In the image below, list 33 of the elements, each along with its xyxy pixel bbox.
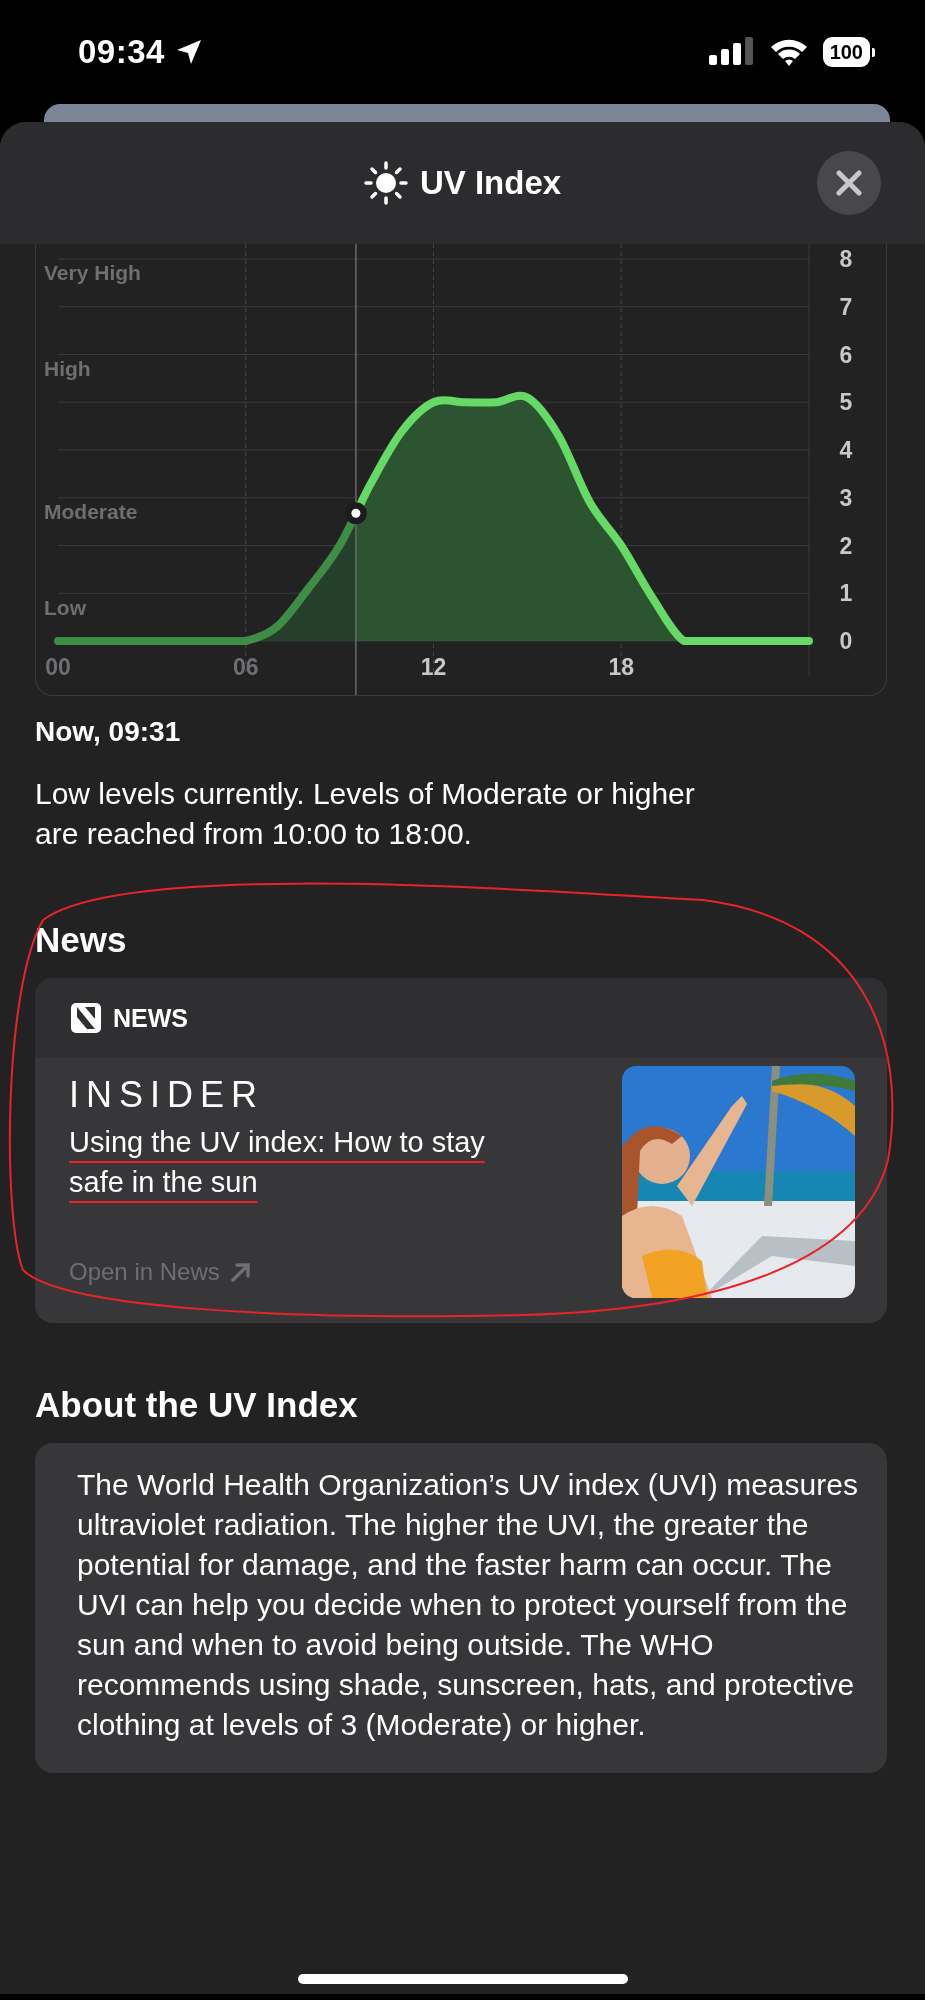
x-axis-label: 06 (232, 654, 259, 680)
sun-icon (363, 161, 408, 205)
y-axis-label: 0 (839, 628, 853, 654)
x-axis-label: 00 (45, 654, 71, 680)
y-axis-label: 1 (839, 580, 853, 607)
y-axis-label: 7 (839, 293, 853, 320)
status-time: 09:34 (78, 33, 165, 71)
signal-icon (708, 37, 755, 67)
about-heading: About the UV Index (35, 1385, 359, 1425)
level-label: Very High (44, 261, 141, 285)
x-axis-label: 12 (420, 654, 447, 680)
level-label: High (44, 356, 91, 380)
y-axis-label: 3 (839, 484, 853, 511)
current-time-heading: Now, 09:31 (35, 716, 182, 748)
close-icon (836, 170, 862, 196)
y-axis-label: 4 (839, 437, 853, 463)
level-label: Low (44, 595, 86, 619)
news-logo-icon (71, 1003, 101, 1033)
x-axis-label: 18 (608, 654, 635, 680)
uv-summary: Low levels currently. Levels of Moderate or higher are reached from 10:00 to 18:00. (35, 776, 696, 852)
level-label: Moderate (44, 500, 138, 524)
publisher-name: INSIDER (69, 1074, 265, 1116)
y-axis-label: 2 (839, 532, 853, 559)
news-heading: News (35, 920, 128, 960)
now-marker (344, 502, 367, 525)
about-text: The World Health Organization’s UV index (UVI) measures ultraviolet radiation. The higher the UVI, the greater the potential for damage, and the faster harm can occur. The UVI can help you decide when to protect yourself from the sun and when to avoid being outside. The WHO recommends using shade, sunscreen, hats, and protective clothing at levels of 3 (Moderate) or higher. (35, 1443, 887, 1773)
y-axis-label: 5 (839, 389, 853, 416)
y-axis-label: 6 (839, 341, 853, 368)
article-headline[interactable]: Using the UV index: How to stay safe in the sun (69, 1122, 509, 1202)
sheet-title: UV Index (419, 164, 562, 202)
news-source-label: NEWS (113, 1003, 188, 1033)
arrow-icon (229, 1261, 252, 1283)
y-axis-label: 8 (839, 246, 853, 272)
